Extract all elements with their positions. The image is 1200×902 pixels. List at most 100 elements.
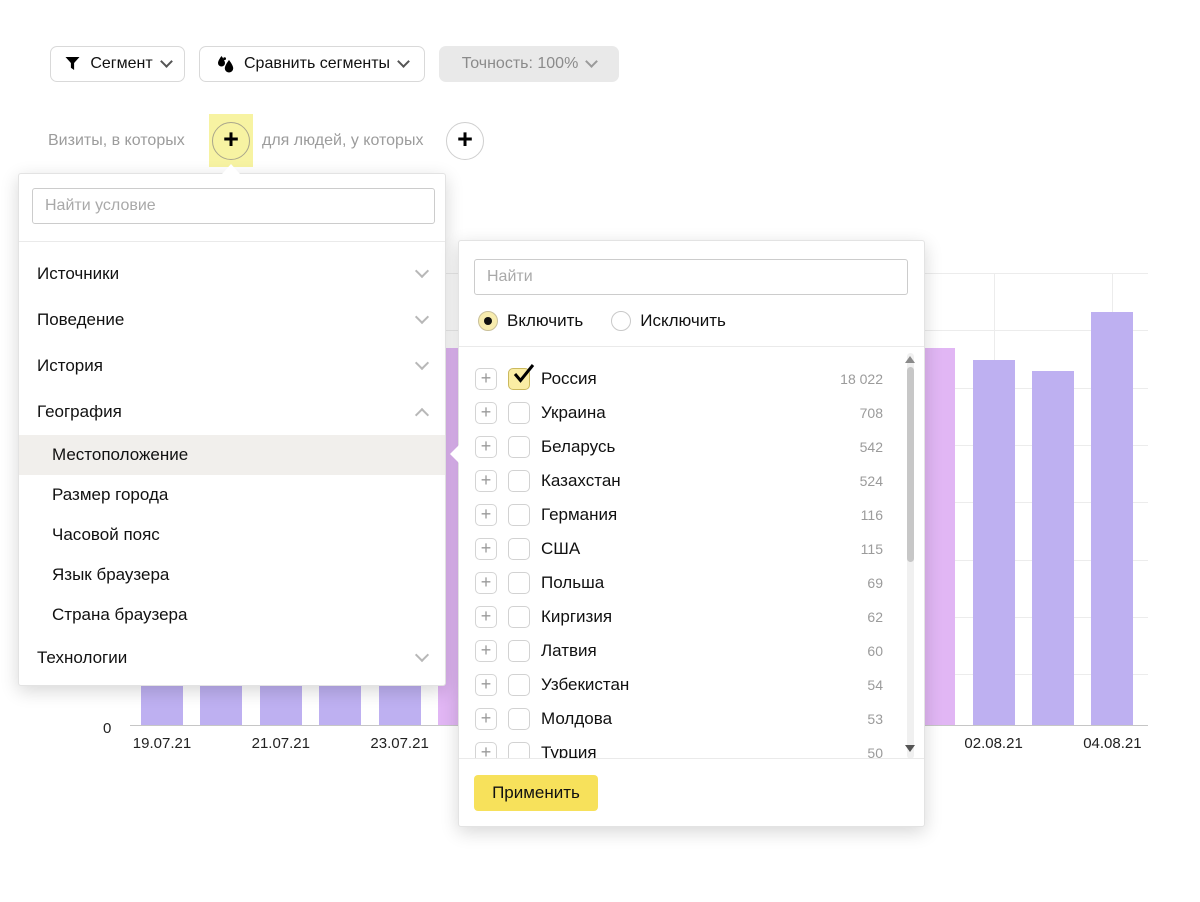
category-label: Технологии <box>37 648 128 667</box>
chevron-icon <box>414 355 430 371</box>
country-name: Турция <box>541 743 597 758</box>
country-row[interactable]: + Турция 50 <box>459 736 924 758</box>
divider <box>459 346 924 347</box>
country-count: 62 <box>867 609 883 625</box>
country-row[interactable]: + Россия 18 022 <box>459 362 924 396</box>
geo-subitem-label: Страна браузера <box>52 605 188 624</box>
country-checkbox[interactable] <box>508 674 530 696</box>
geo-subitem-row[interactable]: Размер города <box>19 475 445 515</box>
app-window: 19.07.21 21.07.21 23.07.21 02.08.21 04.08.21… <box>0 0 1200 902</box>
country-count: 69 <box>867 575 883 591</box>
country-name: Узбекистан <box>541 675 630 694</box>
exclude-radio[interactable]: Исключить <box>611 311 726 331</box>
country-checkbox[interactable] <box>508 470 530 492</box>
divider <box>19 241 445 242</box>
condition-search-input[interactable] <box>32 188 435 224</box>
expand-plus-button[interactable]: + <box>475 402 497 424</box>
expand-plus-button[interactable]: + <box>475 572 497 594</box>
country-row[interactable]: + Польша 69 <box>459 566 924 600</box>
x-axis-label: 04.08.21 <box>1083 735 1142 752</box>
radio-icon <box>478 311 498 331</box>
geo-subitem-label: Часовой пояс <box>52 525 160 544</box>
include-label: Включить <box>507 311 584 330</box>
location-search-input[interactable] <box>474 259 908 295</box>
apply-button[interactable]: Применить <box>474 775 598 811</box>
expand-plus-button[interactable]: + <box>475 436 497 458</box>
expand-plus-button[interactable]: + <box>475 538 497 560</box>
category-row[interactable]: Технологии <box>19 635 445 681</box>
country-checkbox[interactable] <box>508 640 530 662</box>
country-checkbox[interactable] <box>508 606 530 628</box>
chevron-icon <box>414 309 430 325</box>
country-name: Казахстан <box>541 471 621 490</box>
country-row[interactable]: + Украина 708 <box>459 396 924 430</box>
divider <box>459 758 924 759</box>
condition-dropdown-panel: Источники Поведение История Геог <box>18 173 446 686</box>
exclude-label: Исключить <box>640 311 726 330</box>
category-row[interactable]: Поведение <box>19 297 445 343</box>
country-row[interactable]: + Узбекистан 54 <box>459 668 924 702</box>
expand-plus-button[interactable]: + <box>475 640 497 662</box>
category-row[interactable]: Источники <box>19 251 445 297</box>
country-row[interactable]: + Казахстан 524 <box>459 464 924 498</box>
geo-subitem-row[interactable]: Страна браузера <box>19 595 445 635</box>
country-name: Киргизия <box>541 607 613 626</box>
y-axis-zero-label: 0 <box>100 720 115 737</box>
geo-subitem-row[interactable]: Язык браузера <box>19 555 445 595</box>
category-row[interactable]: История <box>19 343 445 389</box>
country-checkbox[interactable] <box>508 402 530 424</box>
expand-plus-button[interactable]: + <box>475 606 497 628</box>
country-name: США <box>541 539 581 558</box>
expand-plus-button[interactable]: + <box>475 470 497 492</box>
plus-icon: + <box>457 124 473 154</box>
expand-plus-button[interactable]: + <box>475 368 497 390</box>
country-row[interactable]: + Беларусь 542 <box>459 430 924 464</box>
add-visit-condition-button[interactable]: + <box>212 121 250 160</box>
x-axis-label: 19.07.21 <box>132 735 192 752</box>
country-row[interactable]: + Молдова 53 <box>459 702 924 736</box>
country-row[interactable]: + Германия 116 <box>459 498 924 532</box>
category-row[interactable]: География <box>19 389 445 435</box>
condition-category-list: Источники Поведение История География Ме… <box>19 251 445 681</box>
country-checkbox[interactable] <box>508 742 530 758</box>
include-radio[interactable]: Включить <box>478 311 583 331</box>
country-count: 53 <box>867 711 883 727</box>
add-people-condition-button[interactable]: + <box>446 122 484 160</box>
chart-bar <box>1032 371 1074 725</box>
expand-plus-button[interactable]: + <box>475 504 497 526</box>
scrollbar-down-arrow-icon[interactable] <box>905 745 915 752</box>
scrollbar-up-arrow-icon[interactable] <box>905 356 915 363</box>
add-visit-condition-highlight: + <box>209 114 253 167</box>
country-checkbox[interactable] <box>508 572 530 594</box>
scrollbar-thumb[interactable] <box>907 367 914 562</box>
chevron-icon <box>414 407 430 423</box>
country-checkbox[interactable] <box>508 364 535 390</box>
chevron-icon <box>414 263 430 279</box>
geo-subitem-label: Язык браузера <box>52 565 170 584</box>
country-name: Украина <box>541 403 606 422</box>
country-row[interactable]: + Киргизия 62 <box>459 600 924 634</box>
country-row[interactable]: + Латвия 60 <box>459 634 924 668</box>
country-checkbox[interactable] <box>508 504 530 526</box>
category-label: История <box>37 356 103 375</box>
geo-subitem-row[interactable]: Местоположение <box>19 435 445 475</box>
country-count: 542 <box>859 439 883 455</box>
country-name: Латвия <box>541 641 597 660</box>
condition-panel-notch <box>222 164 240 174</box>
country-row[interactable]: + США 115 <box>459 532 924 566</box>
category-label: География <box>37 402 122 421</box>
country-checkbox[interactable] <box>508 708 530 730</box>
expand-plus-button[interactable]: + <box>475 674 497 696</box>
country-count: 54 <box>867 677 883 693</box>
chart-bar <box>1091 312 1134 725</box>
geo-subitem-label: Местоположение <box>52 445 189 464</box>
expand-plus-button[interactable]: + <box>475 742 497 758</box>
country-count: 60 <box>867 643 883 659</box>
country-checkbox[interactable] <box>508 538 530 560</box>
country-name: Германия <box>541 505 618 524</box>
location-panel-notch <box>450 445 459 463</box>
chevron-icon <box>414 647 430 663</box>
country-checkbox[interactable] <box>508 436 530 458</box>
expand-plus-button[interactable]: + <box>475 708 497 730</box>
geo-subitem-row[interactable]: Часовой пояс <box>19 515 445 555</box>
